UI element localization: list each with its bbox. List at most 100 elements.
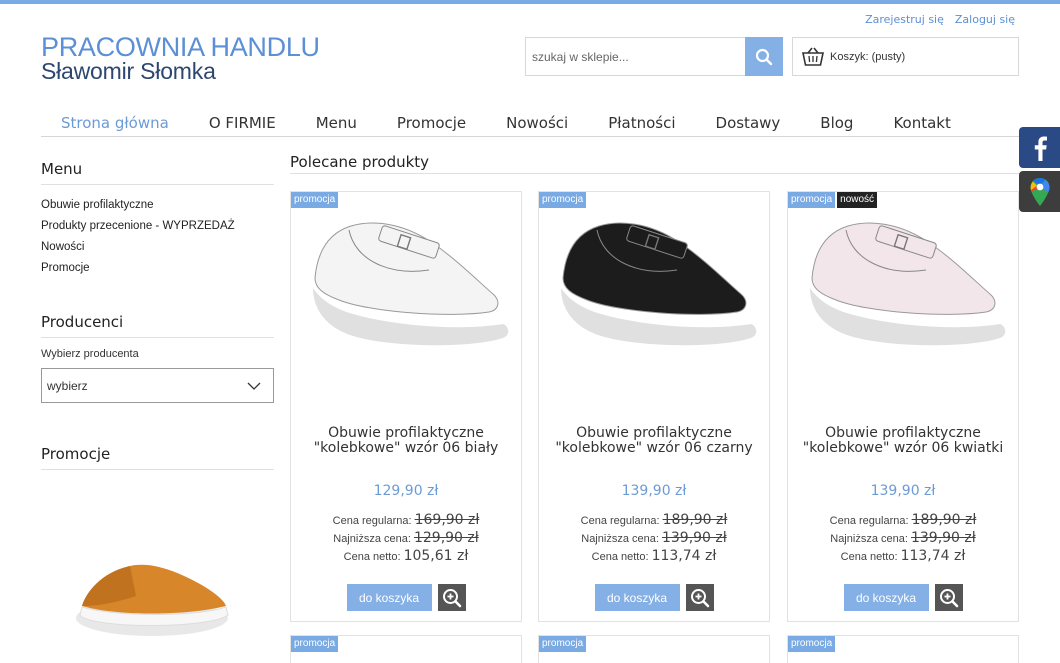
regular-price: 169,90 zł (414, 512, 480, 528)
net-price-label: Cena netto: (343, 551, 401, 563)
product-title[interactable]: Obuwie profilaktyczne "kolebkowe" wzór 0… (539, 426, 769, 456)
nav-item-home[interactable]: Strona główna (41, 109, 189, 136)
lowest-price: 139,90 zł (661, 530, 727, 546)
register-link[interactable]: Zarejestruj się (865, 13, 944, 26)
regular-price: 189,90 zł (662, 512, 728, 528)
nav-item-payments[interactable]: Płatności (588, 109, 695, 136)
product-title[interactable]: Obuwie profilaktyczne "kolebkowe" wzór 0… (788, 426, 1018, 456)
net-price-label: Cena netto: (840, 551, 898, 563)
logo-line1: PRACOWNIA HANDLU (41, 32, 320, 62)
regular-price: 189,90 zł (911, 512, 977, 528)
cart-button[interactable]: Koszyk: (pusty) (792, 37, 1019, 76)
facebook-icon (1034, 136, 1047, 161)
lowest-price: 139,90 zł (910, 530, 976, 546)
zoom-in-icon (690, 588, 709, 607)
basket-icon (802, 47, 824, 66)
lowest-price-label: Najniższa cena: (581, 533, 659, 545)
lowest-price-label: Najniższa cena: (333, 533, 411, 545)
quick-view-button[interactable] (437, 584, 466, 611)
nav-item-promotions[interactable]: Promocje (377, 109, 486, 136)
product-price: 139,90 zł (621, 483, 687, 499)
product-card: promocja (787, 635, 1019, 663)
search-icon (755, 48, 773, 65)
badge-group: promocja (788, 636, 836, 652)
regular-price-label: Cena regularna: (332, 515, 412, 527)
nav-item-delivery[interactable]: Dostawy (696, 109, 801, 136)
promo-badge: promocja (788, 192, 836, 208)
nav-item-contact[interactable]: Kontakt (873, 109, 970, 136)
net-price-label: Cena netto: (591, 551, 649, 563)
producer-select-value: wybierz (47, 378, 88, 393)
sidebar-producers-title: Producenci (41, 313, 274, 338)
quick-view-button[interactable] (685, 584, 714, 611)
producer-select[interactable]: wybierz (41, 368, 274, 403)
producers-label: Wybierz producenta (41, 348, 139, 360)
search-button[interactable] (745, 37, 783, 76)
product-image[interactable] (798, 210, 1008, 360)
search-input[interactable] (526, 38, 745, 75)
add-to-cart-button[interactable]: do koszyka (843, 584, 929, 611)
product-title-line1: Obuwie profilaktyczne (328, 425, 484, 441)
sidebar-menu-list: Obuwie profilaktyczne Produkty przecenio… (41, 195, 274, 279)
lowest-price: 129,90 zł (413, 530, 479, 546)
product-title[interactable]: Obuwie profilaktyczne "kolebkowe" wzór 0… (291, 426, 521, 456)
login-link[interactable]: Zaloguj się (955, 13, 1015, 26)
search-box (525, 37, 783, 76)
net-price: 105,61 zł (403, 548, 469, 564)
sidebar-item-new[interactable]: Nowości (41, 237, 274, 258)
regular-price-label: Cena regularna: (580, 515, 660, 527)
sidebar-promo-title: Promocje (41, 445, 274, 470)
account-links: Zarejestruj się Zaloguj się (865, 13, 1015, 26)
sidebar-menu-title: Menu (41, 160, 274, 185)
nav-item-blog[interactable]: Blog (800, 109, 873, 136)
new-badge: nowość (837, 192, 878, 208)
product-image[interactable] (301, 210, 511, 360)
logo-line2: Sławomir Słomka (41, 58, 216, 84)
badge-group: promocja (291, 636, 339, 652)
product-card: promocja (538, 635, 770, 663)
product-price: 139,90 zł (870, 483, 936, 499)
nav-item-menu[interactable]: Menu (296, 109, 377, 136)
chevron-down-icon (247, 382, 261, 390)
lowest-price-label: Najniższa cena: (830, 533, 908, 545)
quick-view-button[interactable] (934, 584, 963, 611)
sidebar-item-promotions[interactable]: Promocje (41, 258, 274, 279)
product-title-line2: "kolebkowe" wzór 06 biały (313, 440, 499, 456)
price-details: Cena regularna: 189,90 zł Najniższa cena… (788, 512, 1018, 566)
net-price: 113,74 zł (651, 548, 717, 564)
facebook-button[interactable] (1019, 127, 1060, 168)
product-card: promocja nowość Obuwie profilaktyczne "ko… (787, 191, 1019, 622)
product-card: promocja Obuwie profilaktyczne "kolebkow… (290, 191, 522, 622)
product-actions: do koszyka (539, 584, 769, 611)
promo-badge: promocja (291, 636, 339, 652)
product-actions: do koszyka (291, 584, 521, 611)
zoom-in-icon (939, 588, 958, 607)
product-title-line1: Obuwie profilaktyczne (825, 425, 981, 441)
price-details: Cena regularna: 189,90 zł Najniższa cena… (539, 512, 769, 566)
google-maps-button[interactable] (1019, 171, 1060, 212)
regular-price-label: Cena regularna: (829, 515, 909, 527)
promo-badge: promocja (788, 636, 836, 652)
nav-item-new[interactable]: Nowości (486, 109, 588, 136)
google-maps-icon (1030, 177, 1049, 206)
product-title-line2: "kolebkowe" wzór 06 kwiatki (802, 440, 1004, 456)
price-details: Cena regularna: 169,90 zł Najniższa cena… (291, 512, 521, 566)
badge-group: promocja (539, 636, 587, 652)
sidebar-item-sale[interactable]: Produkty przecenione - WYPRZEDAŻ (41, 216, 274, 237)
net-price: 113,74 zł (900, 548, 966, 564)
badge-group: promocja (539, 192, 587, 208)
featured-title: Polecane produkty (290, 153, 1019, 174)
sidebar: Menu Obuwie profilaktyczne Produkty prze… (41, 160, 274, 480)
product-price: 129,90 zł (373, 483, 439, 499)
promo-product-image[interactable] (72, 560, 232, 650)
badge-group: promocja nowość (788, 192, 878, 208)
main-navigation: Strona główna O FIRMIE Menu Promocje Now… (41, 109, 1019, 137)
promo-badge: promocja (291, 192, 339, 208)
product-image[interactable] (549, 210, 759, 360)
nav-item-about[interactable]: O FIRMIE (189, 109, 296, 136)
add-to-cart-button[interactable]: do koszyka (594, 584, 680, 611)
promo-badge: promocja (539, 636, 587, 652)
sidebar-item-footwear[interactable]: Obuwie profilaktyczne (41, 195, 274, 216)
site-logo[interactable]: PRACOWNIA HANDLU Sławomir Słomka (41, 34, 320, 83)
add-to-cart-button[interactable]: do koszyka (346, 584, 432, 611)
